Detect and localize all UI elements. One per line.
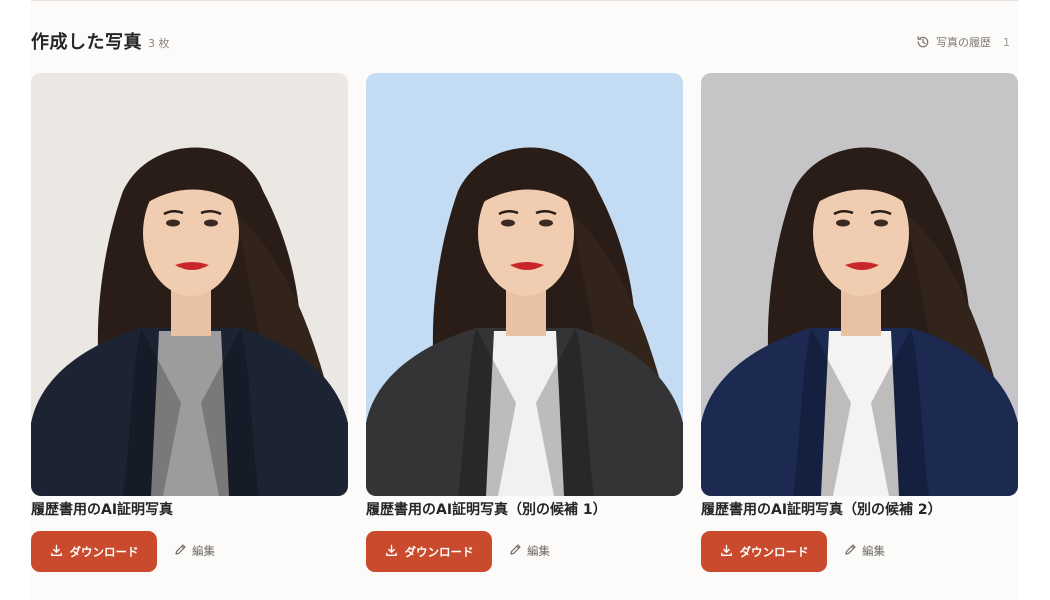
download-icon — [50, 544, 63, 560]
photo-card: 履歴書用のAI証明写真（別の候補 1） ダウンロード 編集 — [366, 73, 683, 593]
pencil-icon — [509, 543, 522, 559]
pencil-icon — [174, 543, 187, 559]
photo-caption: 履歴書用のAI証明写真 — [31, 502, 174, 518]
download-icon — [720, 544, 733, 560]
download-label: ダウンロード — [739, 544, 809, 559]
download-button[interactable]: ダウンロード — [701, 531, 827, 572]
gallery-header: 作成した写真 3 枚 写真の履歴 1 — [31, 26, 1018, 56]
photo-card: 履歴書用のAI証明写真 ダウンロード 編集 — [31, 73, 348, 593]
gallery-page: 作成した写真 3 枚 写真の履歴 1 履歴書用のAI証明写真 ダウンロード 編集… — [31, 0, 1018, 600]
edit-label: 編集 — [527, 544, 550, 558]
portrait-photo[interactable] — [366, 73, 683, 496]
history-button[interactable]: 写真の履歴 1 — [916, 34, 1010, 50]
history-count: 1 — [1003, 35, 1010, 49]
portrait-photo[interactable] — [701, 73, 1018, 496]
edit-button[interactable]: 編集 — [844, 543, 885, 559]
download-label: ダウンロード — [69, 544, 139, 559]
photo-caption: 履歴書用のAI証明写真（別の候補 2） — [701, 502, 942, 518]
download-button[interactable]: ダウンロード — [366, 531, 492, 572]
page-title: 作成した写真 — [31, 32, 142, 53]
download-button[interactable]: ダウンロード — [31, 531, 157, 572]
photo-count: 3 枚 — [148, 37, 170, 50]
edit-button[interactable]: 編集 — [509, 543, 550, 559]
edit-button[interactable]: 編集 — [174, 543, 215, 559]
history-label: 写真の履歴 — [936, 36, 991, 49]
download-label: ダウンロード — [404, 544, 474, 559]
edit-label: 編集 — [862, 544, 885, 558]
portrait-photo[interactable] — [31, 73, 348, 496]
divider — [31, 0, 1018, 1]
history-icon — [916, 35, 930, 49]
download-icon — [385, 544, 398, 560]
photo-caption: 履歴書用のAI証明写真（別の候補 1） — [366, 502, 607, 518]
photo-card: 履歴書用のAI証明写真（別の候補 2） ダウンロード 編集 — [701, 73, 1018, 593]
edit-label: 編集 — [192, 544, 215, 558]
pencil-icon — [844, 543, 857, 559]
